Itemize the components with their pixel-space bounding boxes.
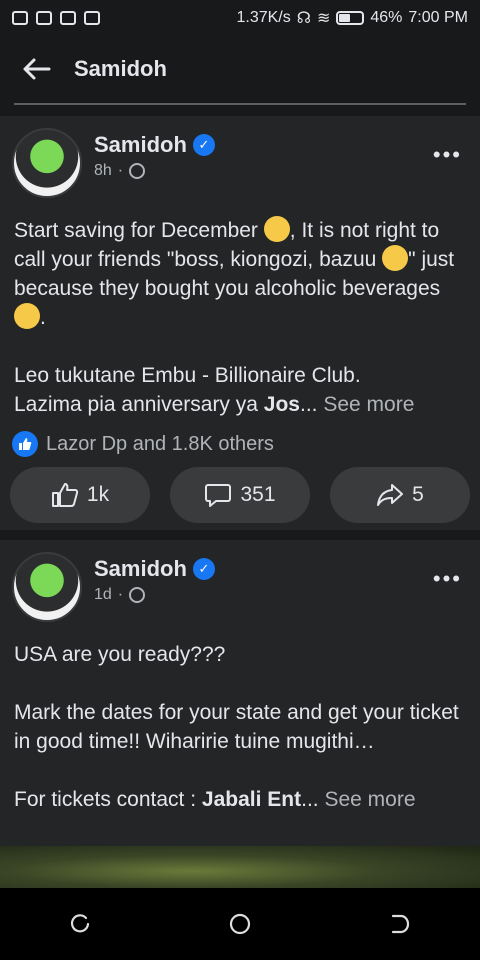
back-button[interactable] (20, 53, 52, 85)
verified-badge-icon: ✓ (192, 558, 215, 580)
status-bar: 1.37K/s ☊ ≋ 46% 7:00 PM (0, 0, 480, 36)
dot-separator: · (117, 586, 124, 603)
verified-badge-icon: ✓ (192, 134, 215, 156)
post-card: Samidoh ✓ 8h · ••• Start saving for Dece… (0, 116, 480, 530)
comment-button[interactable]: 351 (170, 467, 310, 523)
comment-count: 351 (240, 483, 276, 506)
post-text-para2: Mark the dates for your state and get yo… (14, 701, 459, 753)
globe-icon (129, 163, 146, 179)
post-text-line: Start saving for December (14, 219, 258, 242)
reactions-summary[interactable]: Lazor Dp and 1.8K others (0, 419, 480, 457)
grinning-emoji-icon (14, 303, 40, 329)
globe-icon (129, 587, 146, 603)
post-text-para2: Leo tukutane Embu - Billionaire Club. (14, 364, 361, 387)
wifi-signal-icon: ≋ (316, 10, 331, 27)
system-navigation-bar (0, 888, 480, 960)
like-reaction-icon (12, 431, 38, 457)
back-nav-icon (391, 914, 410, 934)
share-count: 5 (412, 483, 424, 506)
like-button[interactable]: 1k (10, 467, 150, 523)
ellipsis: ... (301, 788, 319, 811)
post-text: USA are you ready??? Mark the dates for … (0, 622, 480, 814)
winking-tongue-emoji-icon (263, 216, 290, 242)
network-speed: 1.37K/s (236, 9, 291, 26)
post-card: Samidoh ✓ 1d · ••• USA are you ready??? … (0, 540, 480, 846)
see-more-link[interactable]: See more (323, 393, 414, 416)
reactions-text: Lazor Dp and 1.8K others (46, 432, 274, 455)
gamepad-icon (36, 11, 52, 25)
home-circle-icon (229, 913, 251, 935)
post-text: Start saving for December , It is not ri… (0, 198, 480, 419)
arrow-left-icon (23, 58, 51, 80)
battery-level: 46% (370, 9, 403, 26)
header-divider (14, 103, 466, 105)
author-name[interactable]: Samidoh (94, 556, 187, 582)
thumbs-up-icon (51, 483, 79, 507)
recent-apps-button[interactable] (60, 904, 100, 944)
post-time[interactable]: 8h (94, 162, 112, 180)
dot-separator: · (117, 162, 124, 179)
post-time[interactable]: 1d (94, 586, 112, 604)
download-icon (60, 11, 76, 25)
ellipsis: ... (299, 393, 318, 416)
see-more-link[interactable]: See more (324, 788, 415, 811)
clock: 7:00 PM (408, 9, 468, 26)
avatar[interactable] (12, 552, 82, 622)
post-text-para3: For tickets contact : (14, 788, 202, 811)
post-text-line1: USA are you ready??? (14, 643, 226, 666)
author-name[interactable]: Samidoh (94, 132, 187, 158)
more-options-button[interactable]: ••• (433, 142, 462, 168)
post-image[interactable] (0, 846, 480, 888)
battery-icon (336, 11, 365, 25)
share-button[interactable]: 5 (330, 467, 470, 523)
headphones-icon: ☊ (296, 10, 311, 27)
like-count: 1k (86, 483, 110, 506)
post-text-line: . (40, 306, 46, 329)
message-icon (12, 11, 28, 25)
avatar[interactable] (12, 128, 82, 198)
home-button[interactable] (220, 904, 260, 944)
post-text-bold: Jabali Ent (201, 788, 302, 811)
page-title: Samidoh (74, 56, 167, 81)
back-nav-button[interactable] (380, 904, 420, 944)
post-text-para2b: Lazima pia anniversary ya (14, 393, 264, 416)
smiling-emoji-icon (382, 245, 409, 271)
comment-icon (205, 484, 232, 507)
notification-icons (12, 11, 100, 25)
more-options-button[interactable]: ••• (433, 566, 462, 592)
app-bar: Samidoh (0, 40, 480, 98)
recent-apps-icon (70, 914, 90, 933)
image-icon (84, 11, 100, 25)
share-icon (377, 484, 404, 506)
post-text-bold: Jos (263, 393, 300, 416)
